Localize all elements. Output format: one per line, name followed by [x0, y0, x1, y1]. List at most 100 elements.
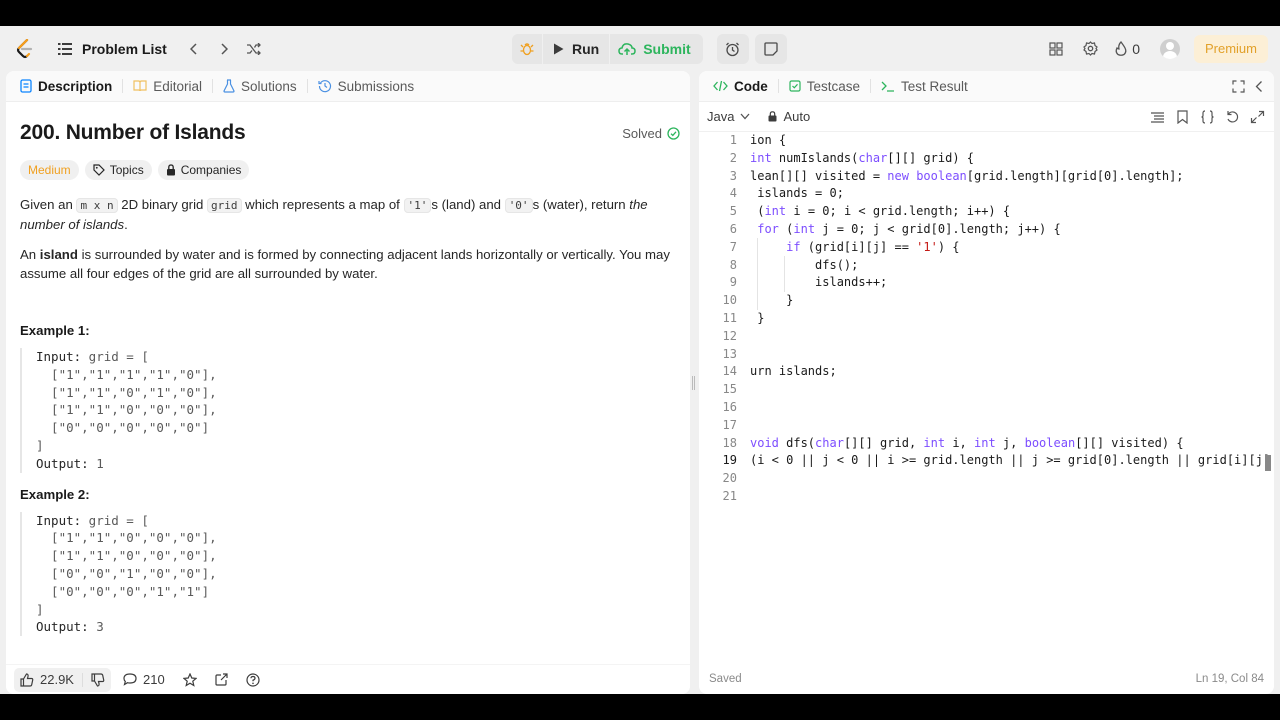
like-button[interactable]: 22.9K: [20, 672, 74, 687]
question-circle-icon: [246, 672, 260, 687]
language-select[interactable]: Java: [707, 109, 750, 124]
comments-button[interactable]: 210: [117, 668, 171, 692]
premium-button[interactable]: Premium: [1193, 34, 1268, 63]
companies-label: Companies: [180, 163, 242, 177]
gear-icon: [1082, 41, 1098, 56]
expand-icon[interactable]: [1249, 110, 1266, 124]
bookmark-icon[interactable]: [1174, 109, 1191, 124]
debug-button[interactable]: [512, 34, 542, 64]
line-number: 2: [729, 150, 737, 165]
avatar[interactable]: [1159, 38, 1180, 59]
submit-button[interactable]: Submit: [610, 34, 702, 64]
tab-editorial-label: Editorial: [153, 78, 203, 94]
tab-submissions-label: Submissions: [337, 78, 415, 94]
topics-chip[interactable]: Topics: [84, 160, 152, 180]
notes-button[interactable]: [754, 34, 787, 64]
example-title: Example 1:: [20, 323, 90, 338]
streak-counter[interactable]: 0: [1109, 41, 1146, 57]
tab-submissions[interactable]: Submissions: [312, 71, 421, 102]
line-number: 21: [722, 488, 737, 503]
maximize-icon[interactable]: [1232, 79, 1245, 93]
editor-toolbar: Java Auto: [699, 102, 1274, 132]
example-title: Example 2:: [20, 486, 90, 502]
code-panel: Code Testcase Test Result Java Auto 1 2 …: [699, 71, 1274, 694]
timer-button[interactable]: [716, 34, 749, 64]
inline-code: '1': [403, 198, 432, 213]
chevron-left-icon[interactable]: [1253, 80, 1266, 93]
tab-test-result[interactable]: Test Result: [875, 71, 974, 102]
list-icon: [58, 42, 72, 55]
line-numbers: 1 2 3 4 5 6 7 8 9 10 11 12 13 14 15 16 17 18 19 20 21: [699, 132, 737, 506]
tab-code[interactable]: Code: [707, 71, 774, 102]
braces-icon[interactable]: [1199, 109, 1216, 124]
indent-guide: [784, 256, 785, 292]
code-line: }: [750, 310, 765, 325]
layout-button[interactable]: [1041, 34, 1071, 64]
run-label: Run: [572, 41, 600, 57]
share-button[interactable]: [209, 668, 234, 692]
prev-problem-button[interactable]: [179, 34, 209, 64]
checkbox-icon: [789, 80, 801, 92]
code-line: dfs();: [750, 257, 859, 272]
code-icon: [713, 80, 728, 92]
run-button[interactable]: Run: [543, 34, 609, 64]
tab-test-result-label: Test Result: [901, 78, 968, 94]
tab-divider: [122, 79, 124, 93]
comment-icon: [123, 673, 137, 686]
help-button[interactable]: [240, 668, 266, 692]
example-2: Example 2: Input: grid = [ ["1","1","0",…: [20, 487, 680, 637]
tab-testcase[interactable]: Testcase: [783, 71, 866, 102]
problem-statement: Given an m x n 2D binary grid grid which…: [20, 197, 648, 232]
lock-icon: [166, 164, 175, 176]
format-icon[interactable]: [1149, 110, 1166, 124]
code-line: }: [750, 293, 794, 308]
leetcode-logo-icon[interactable]: [14, 38, 36, 60]
streak-count: 0: [1132, 40, 1140, 57]
code-text[interactable]: ion {int numIslands(char[][] grid) {lean…: [750, 132, 1270, 506]
example-1: Example 1: Input: grid = [ ["1","1","1",…: [20, 323, 680, 473]
code-line: ion {: [750, 133, 787, 147]
description-footer: 22.9K 210: [6, 664, 690, 694]
reset-icon[interactable]: [1224, 110, 1241, 124]
panel-controls: [1232, 79, 1274, 93]
code-line: if (grid[i][j] == '1') {: [786, 239, 960, 254]
dislike-button[interactable]: [91, 672, 105, 687]
line-number: 9: [729, 275, 737, 290]
flask-icon: [223, 79, 235, 93]
settings-button[interactable]: [1075, 34, 1105, 64]
text-cursor: [1265, 455, 1271, 471]
code-editor[interactable]: 1 2 3 4 5 6 7 8 9 10 11 12 13 14 15 16 17 18 19 20 21 ion {i…: [699, 132, 1274, 672]
companies-chip[interactable]: Companies: [157, 160, 250, 180]
tab-description[interactable]: Description: [14, 71, 118, 102]
random-problem-button[interactable]: [239, 34, 269, 64]
code-line: (int i = 0; i < grid.length; i++) {: [750, 204, 1011, 219]
topics-label: Topics: [109, 163, 144, 177]
inline-code: m x n: [76, 198, 118, 213]
star-icon: [182, 672, 197, 687]
line-number: 5: [729, 204, 737, 219]
next-problem-button[interactable]: [209, 34, 239, 64]
left-tabbar: Description Editorial Solutions Submissi…: [6, 71, 690, 102]
line-number: 11: [722, 310, 737, 325]
code-line: urn islands;: [750, 364, 837, 379]
difficulty-badge: Medium: [20, 160, 79, 180]
auto-label: Auto: [783, 109, 811, 124]
line-number: 19: [722, 453, 737, 468]
tab-divider: [212, 79, 214, 93]
share-icon: [215, 673, 228, 686]
terminal-icon: [881, 81, 895, 92]
favorite-button[interactable]: [177, 668, 203, 692]
line-number: 1: [729, 133, 737, 147]
top-nav: Problem List Run Submit 0 Premium: [0, 26, 1280, 71]
line-number: 4: [729, 186, 737, 201]
saved-status: Saved: [709, 673, 742, 685]
auto-mode[interactable]: Auto: [768, 109, 810, 124]
tab-editorial[interactable]: Editorial: [127, 71, 208, 102]
panel-resize-handle[interactable]: [692, 376, 695, 390]
page-title[interactable]: 200. Number of Islands: [20, 121, 246, 145]
problem-list-button[interactable]: Problem List: [52, 34, 173, 64]
tab-solutions[interactable]: Solutions: [217, 71, 303, 102]
